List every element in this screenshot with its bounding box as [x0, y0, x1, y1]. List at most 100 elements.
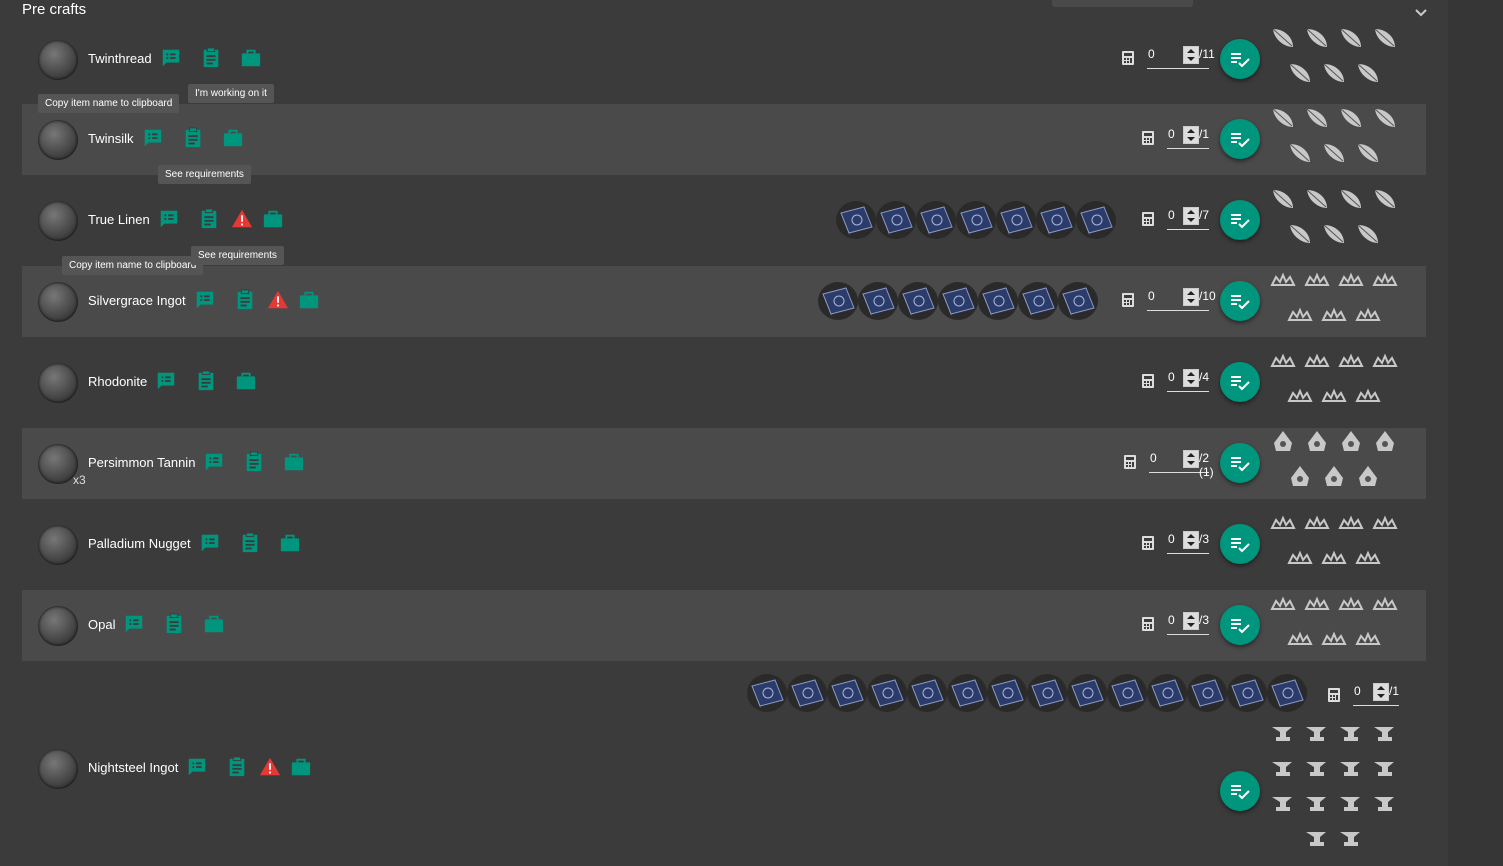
copy-name-icon[interactable] [160, 47, 182, 69]
stepper-arrows[interactable] [1183, 612, 1199, 630]
mark-done-button[interactable] [1220, 119, 1260, 159]
amount-stepper[interactable]: 0 /11 [1147, 44, 1215, 69]
book-icon [907, 674, 947, 712]
stepper-arrows[interactable] [1183, 207, 1199, 225]
stepper-arrows[interactable] [1183, 46, 1199, 64]
feather-icon [1355, 60, 1381, 86]
mark-done-button[interactable] [1220, 605, 1260, 645]
item-image [38, 606, 78, 646]
book-icon [996, 201, 1036, 239]
tiara-icon [1338, 591, 1364, 617]
amount-value[interactable]: 0 [1168, 532, 1175, 546]
amount-stepper[interactable]: 0 /3 [1167, 529, 1209, 554]
item-name: Rhodonite [88, 374, 148, 389]
mark-done-button[interactable] [1220, 200, 1260, 240]
item-name: Opal [88, 617, 116, 632]
requirements-icon[interactable] [182, 127, 204, 149]
tooltip: See requirements [158, 165, 251, 184]
requirements-icon[interactable] [195, 370, 217, 392]
calculator-icon[interactable] [1141, 536, 1155, 550]
copy-name-icon[interactable] [158, 208, 180, 230]
mark-done-button[interactable] [1220, 443, 1260, 483]
requirements-icon[interactable] [226, 756, 248, 778]
calculator-icon[interactable] [1121, 293, 1135, 307]
stepper-arrows[interactable] [1183, 531, 1199, 549]
tiara-icon [1287, 383, 1313, 409]
amount-value[interactable]: 0 [1168, 208, 1175, 222]
hood-icon [1321, 464, 1347, 490]
stepper-arrows[interactable] [1183, 126, 1199, 144]
book-icon [898, 282, 938, 320]
tiara-icon [1372, 267, 1398, 293]
top-tab[interactable] [1052, 0, 1193, 7]
book-icon [987, 674, 1027, 712]
copy-name-icon[interactable] [155, 370, 177, 392]
requirements-icon[interactable] [234, 289, 256, 311]
amount-value[interactable]: 0 [1354, 684, 1361, 698]
book-icon [938, 282, 978, 320]
missing-book-warning-icon[interactable] [267, 289, 289, 311]
amount-value[interactable]: 0 [1168, 127, 1175, 141]
item-name: Twinsilk [88, 131, 134, 146]
calculator-icon[interactable] [1141, 212, 1155, 226]
calculator-icon[interactable] [1141, 617, 1155, 631]
calculator-icon[interactable] [1123, 455, 1137, 469]
requirements-icon[interactable] [163, 613, 185, 635]
calculator-icon[interactable] [1141, 131, 1155, 145]
amount-value[interactable]: 0 [1150, 451, 1157, 465]
missing-book-warning-icon[interactable] [259, 756, 281, 778]
amount-stepper[interactable]: 0 /1 [1167, 124, 1209, 149]
requirements-icon[interactable] [198, 208, 220, 230]
working-on-it-icon[interactable] [203, 613, 225, 635]
amount-stepper[interactable]: 0 /7 [1167, 205, 1209, 230]
book-icon [1076, 201, 1116, 239]
working-on-it-icon[interactable] [279, 532, 301, 554]
amount-stepper[interactable]: 0 /4 [1167, 367, 1209, 392]
amount-stepper[interactable]: 0 /3 [1167, 610, 1209, 635]
calculator-icon[interactable] [1121, 51, 1135, 65]
mark-done-button[interactable] [1220, 362, 1260, 402]
requirements-icon[interactable] [239, 532, 261, 554]
amount-value[interactable]: 0 [1148, 289, 1155, 303]
stepper-arrows[interactable] [1183, 450, 1199, 468]
anvil-helm-icon [1338, 721, 1364, 747]
item-name: Palladium Nugget [88, 536, 191, 551]
amount-stepper[interactable]: 0 /1 [1353, 681, 1399, 706]
copy-name-icon[interactable] [123, 613, 145, 635]
copy-name-icon[interactable] [186, 756, 208, 778]
copy-name-icon[interactable] [199, 532, 221, 554]
working-on-it-icon[interactable] [262, 208, 284, 230]
copy-name-icon[interactable] [203, 451, 225, 473]
amount-stepper[interactable]: 0 /10 [1147, 286, 1216, 311]
working-on-it-icon[interactable] [298, 289, 320, 311]
chevron-down-icon[interactable] [1413, 4, 1429, 20]
mark-done-button[interactable] [1220, 771, 1260, 811]
amount-max: /3 [1199, 532, 1210, 546]
stepper-arrows[interactable] [1183, 288, 1199, 306]
mark-done-button[interactable] [1220, 281, 1260, 321]
copy-name-icon[interactable] [142, 127, 164, 149]
working-on-it-icon[interactable] [283, 451, 305, 473]
amount-value[interactable]: 0 [1168, 370, 1175, 384]
feather-icon [1338, 186, 1364, 212]
working-on-it-icon[interactable] [222, 127, 244, 149]
hood-icon [1270, 429, 1296, 455]
working-on-it-icon[interactable] [290, 756, 312, 778]
mark-done-button[interactable] [1220, 39, 1260, 79]
tiara-icon [1287, 545, 1313, 571]
requirements-icon[interactable] [200, 47, 222, 69]
calculator-icon[interactable] [1327, 688, 1341, 702]
amount-stepper[interactable]: 0 /2 (1) [1149, 448, 1214, 479]
mark-done-button[interactable] [1220, 524, 1260, 564]
stepper-arrows[interactable] [1373, 683, 1389, 701]
amount-value[interactable]: 0 [1168, 613, 1175, 627]
amount-value[interactable]: 0 [1148, 47, 1155, 61]
stepper-arrows[interactable] [1183, 369, 1199, 387]
copy-name-icon[interactable] [194, 289, 216, 311]
working-on-it-icon[interactable] [235, 370, 257, 392]
calculator-icon[interactable] [1141, 374, 1155, 388]
tiara-icon [1338, 510, 1364, 536]
requirements-icon[interactable] [243, 451, 265, 473]
missing-book-warning-icon[interactable] [231, 208, 253, 230]
working-on-it-icon[interactable] [240, 47, 262, 69]
